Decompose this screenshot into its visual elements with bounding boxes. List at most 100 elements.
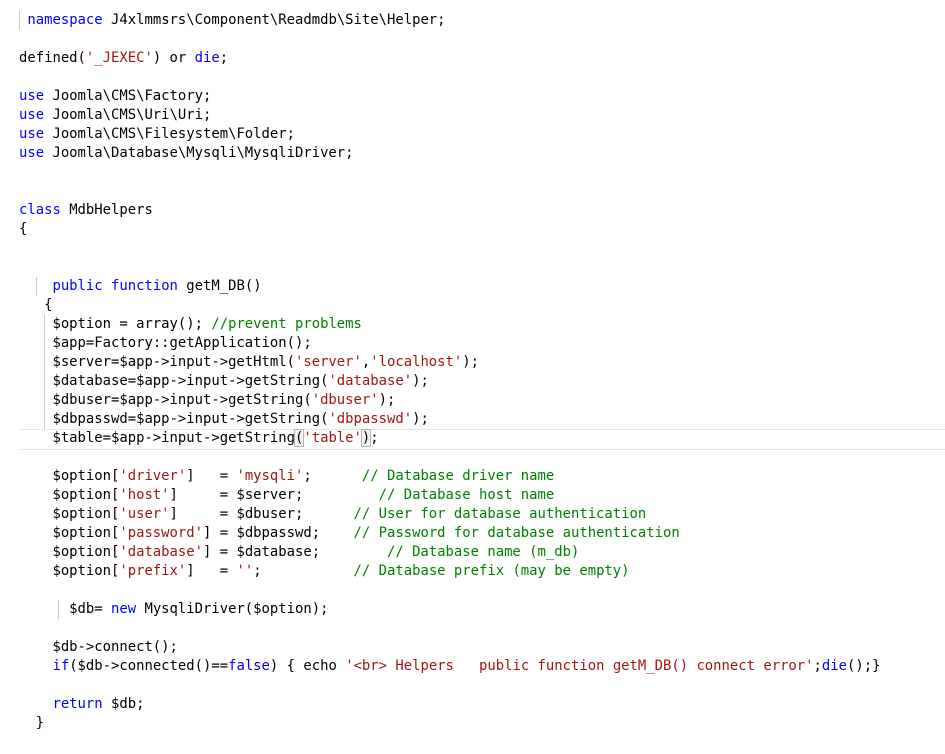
keyword-token: namespace <box>27 12 103 28</box>
keyword-token: die <box>194 50 220 66</box>
comment-token: // Database driver name <box>361 468 555 484</box>
code-token: $dbuser=$app->input->getString( <box>19 392 312 408</box>
code-line[interactable] <box>19 258 945 277</box>
code-token: $table=$app->input->getString <box>19 430 295 446</box>
code-token: ); <box>462 354 479 370</box>
keyword-token: function <box>111 278 178 294</box>
code-content[interactable]: namespace J4xlmmsrs\Component\Readmdb\Si… <box>0 0 945 733</box>
keyword-token: return <box>52 696 103 712</box>
string-token: '<br> Helpers public function getM_DB() … <box>345 658 814 674</box>
code-token: $db= <box>19 601 111 617</box>
code-token: $dbpasswd=$app->input->getString( <box>19 411 329 427</box>
code-token: ; <box>219 50 229 66</box>
code-line[interactable]: defined('_JEXEC') or die; <box>19 49 945 68</box>
code-line[interactable]: public function getM_DB() <box>19 277 945 296</box>
code-token: $option[ <box>19 525 120 541</box>
code-line[interactable]: { <box>19 220 945 239</box>
code-line[interactable]: use Joomla\CMS\Factory; <box>19 87 945 106</box>
code-token: $db; <box>102 696 145 712</box>
code-token: } <box>19 715 45 731</box>
code-line[interactable]: use Joomla\CMS\Filesystem\Folder; <box>19 125 945 144</box>
code-line[interactable]: return $db; <box>19 695 945 714</box>
string-token: 'prefix' <box>119 563 187 579</box>
comment-token: // Database name (m_db) <box>386 544 580 560</box>
code-token: ); <box>378 392 396 408</box>
code-token: Joomla\CMS\Filesystem\Folder; <box>44 126 295 142</box>
code-line[interactable]: use Joomla\CMS\Uri\Uri; <box>19 106 945 125</box>
string-token: 'mysqli' <box>236 468 304 484</box>
code-token: $option[ <box>19 563 120 579</box>
keyword-token: use <box>19 88 45 104</box>
comment-token: // User for database authentication <box>353 506 647 522</box>
code-token: ();} <box>847 658 881 674</box>
string-token: 'localhost' <box>370 354 463 370</box>
keyword-token: false <box>228 658 270 674</box>
code-token: { <box>19 221 28 237</box>
code-line[interactable] <box>19 163 945 182</box>
code-line[interactable]: $option['user'] = $dbuser; // User for d… <box>19 505 945 524</box>
code-line[interactable]: $option = array(); //prevent problems <box>19 315 945 334</box>
code-line[interactable] <box>19 581 945 600</box>
keyword-token: die <box>821 658 847 674</box>
code-token: ; <box>370 430 379 446</box>
code-line[interactable] <box>19 239 945 258</box>
string-token: 'dbpasswd' <box>328 411 413 427</box>
code-line[interactable]: $dbpasswd=$app->input->getString('dbpass… <box>19 410 945 429</box>
keyword-token: class <box>19 202 61 218</box>
code-line[interactable]: { <box>19 296 945 315</box>
code-editor[interactable]: namespace J4xlmmsrs\Component\Readmdb\Si… <box>0 0 945 754</box>
code-line[interactable]: $dbuser=$app->input->getString('dbuser')… <box>19 391 945 410</box>
code-token: $option[ <box>19 487 120 503</box>
code-line[interactable]: $table=$app->input->getString('table'); <box>19 429 945 448</box>
code-line[interactable]: $database=$app->input->getString('databa… <box>19 372 945 391</box>
code-line[interactable]: $option['password'] = $dbpasswd; // Pass… <box>19 524 945 543</box>
string-token: 'password' <box>119 525 203 541</box>
code-line[interactable] <box>19 30 945 49</box>
code-line[interactable] <box>19 676 945 695</box>
code-token: Joomla\CMS\Uri\Uri; <box>44 107 212 123</box>
code-token: ] = $dbuser; <box>169 506 354 522</box>
code-token: ; <box>253 563 354 579</box>
code-line[interactable] <box>19 182 945 201</box>
code-line[interactable]: $db->connect(); <box>19 638 945 657</box>
code-line[interactable] <box>19 619 945 638</box>
code-line[interactable]: $option['database'] = $database; // Data… <box>19 543 945 562</box>
code-line[interactable]: $server=$app->input->getHtml('server','l… <box>19 353 945 372</box>
code-token: ] = $dbpasswd; <box>203 525 354 541</box>
code-line[interactable]: $option['prefix'] = ''; // Database pref… <box>19 562 945 581</box>
code-line[interactable]: } <box>19 714 945 733</box>
code-line[interactable]: if($db->connected()==false) { echo '<br>… <box>19 657 945 676</box>
code-token: ; <box>303 468 362 484</box>
code-line[interactable]: $option['host'] = $server; // Database h… <box>19 486 945 505</box>
code-token: $option[ <box>19 506 120 522</box>
code-line[interactable]: class MdbHelpers <box>19 201 945 220</box>
code-token: $server=$app->input->getHtml( <box>19 354 295 370</box>
code-line[interactable]: $option['driver'] = 'mysqli'; // Databas… <box>19 467 945 486</box>
code-line[interactable]: use Joomla\Database\Mysqli\MysqliDriver; <box>19 144 945 163</box>
comment-token: // Database prefix (may be empty) <box>353 563 630 579</box>
code-token: , <box>361 354 371 370</box>
code-line[interactable]: namespace J4xlmmsrs\Component\Readmdb\Si… <box>19 11 945 30</box>
code-token: Joomla\Database\Mysqli\MysqliDriver; <box>44 145 354 161</box>
code-line[interactable]: $app=Factory::getApplication(); <box>19 334 945 353</box>
string-token: 'user' <box>119 506 170 522</box>
string-token: '_JEXEC' <box>85 50 153 66</box>
code-token: getM_DB() <box>177 278 262 294</box>
code-token: ] = <box>186 468 237 484</box>
code-token: { <box>19 297 53 313</box>
comment-token: //prevent problems <box>211 316 362 332</box>
code-token: defined( <box>19 50 86 66</box>
code-token: MdbHelpers <box>60 202 153 218</box>
code-line[interactable] <box>19 448 945 467</box>
code-token: Joomla\CMS\Factory; <box>44 88 212 104</box>
code-token: $database=$app->input->getString( <box>19 373 329 389</box>
comment-token: // Database host name <box>378 487 555 503</box>
code-line[interactable]: $db= new MysqliDriver($option); <box>19 600 945 619</box>
string-token: 'server' <box>294 354 362 370</box>
code-token: ); <box>412 373 429 389</box>
code-line[interactable] <box>19 68 945 87</box>
comment-token: // Password for database authentication <box>353 525 680 541</box>
